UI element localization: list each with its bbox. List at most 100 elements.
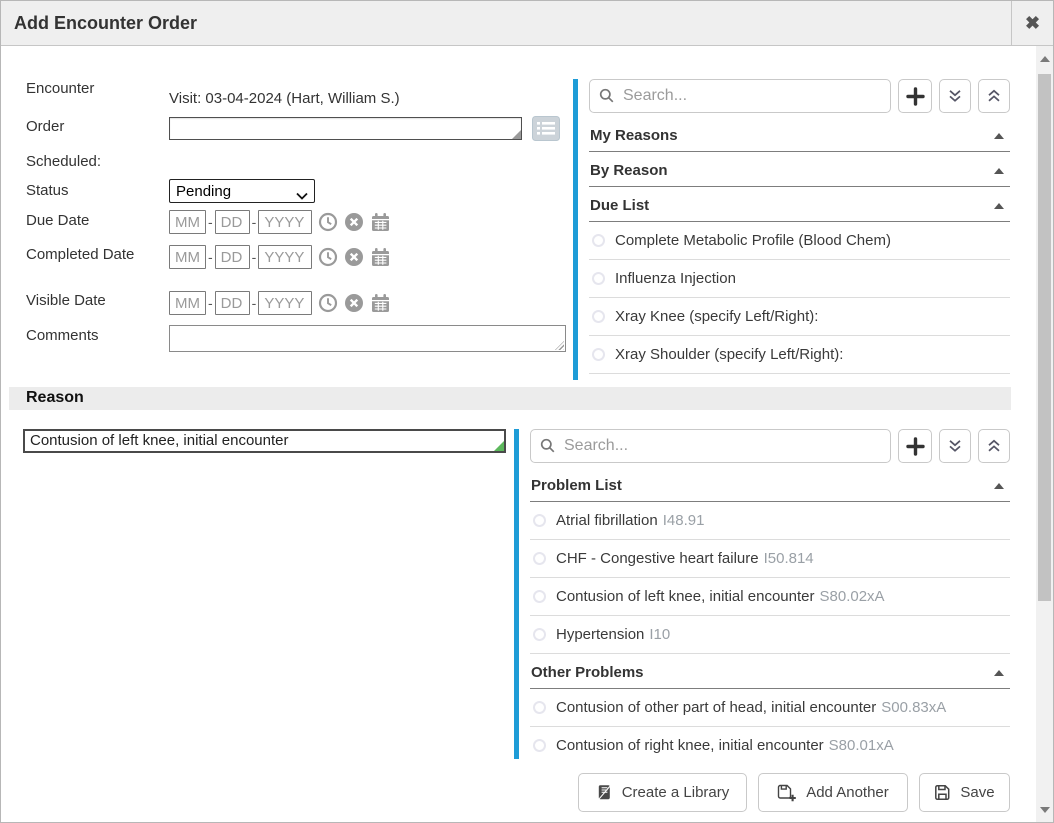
dialog-header: Add Encounter Order ✖	[1, 1, 1053, 46]
problem-code: I10	[649, 626, 670, 643]
visible-date-month-input[interactable]	[169, 291, 206, 315]
section-problem-list[interactable]: Problem List	[530, 467, 1010, 502]
radio-icon[interactable]	[533, 701, 546, 714]
clock-icon	[318, 247, 338, 267]
create-library-button[interactable]: Create a Library	[578, 773, 747, 812]
radio-icon[interactable]	[592, 272, 605, 285]
problems-add-button[interactable]	[898, 429, 932, 463]
double-chevron-up-icon	[986, 438, 1002, 454]
problem-name: CHF - Congestive heart failure	[556, 550, 759, 567]
problems-expand-all-button[interactable]	[939, 429, 971, 463]
problem-list-item[interactable]: Contusion of left knee, initial encounte…	[530, 578, 1010, 616]
comments-label: Comments	[26, 327, 99, 344]
search-icon	[540, 438, 556, 459]
reason-section-band: Reason	[9, 387, 1011, 410]
footer-actions: Create a Library Add Another Save	[578, 773, 1010, 812]
due-list-item[interactable]: Complete Metabolic Profile (Blood Chem)	[589, 222, 1010, 260]
problem-list-item[interactable]: HypertensionI10	[530, 616, 1010, 654]
save-button[interactable]: Save	[919, 773, 1010, 812]
visible-date-year-input[interactable]	[258, 291, 312, 315]
completed-date-month-input[interactable]	[169, 245, 206, 269]
plus-icon	[906, 437, 925, 456]
completed-date-clear-button[interactable]	[344, 247, 364, 267]
problem-item-label: Contusion of right knee, initial encount…	[556, 737, 894, 754]
problem-list-item[interactable]: Atrial fibrillationI48.91	[530, 502, 1010, 540]
completed-date-day-input[interactable]	[215, 245, 250, 269]
comments-input[interactable]	[169, 325, 566, 352]
reasons-panel: My Reasons By Reason Due List Complete M…	[573, 79, 1010, 380]
completed-date-time-button[interactable]	[318, 247, 338, 267]
caret-up-icon	[994, 670, 1004, 676]
problem-name: Contusion of other part of head, initial…	[556, 699, 876, 716]
other-problem-item[interactable]: Contusion of other part of head, initial…	[530, 689, 1010, 727]
completed-date-label: Completed Date	[26, 246, 138, 264]
reasons-search-row	[589, 79, 1010, 113]
problem-item-label: HypertensionI10	[556, 626, 670, 643]
due-date-clear-button[interactable]	[344, 212, 364, 232]
due-date-calendar-button[interactable]	[370, 212, 391, 232]
reasons-expand-all-button[interactable]	[939, 79, 971, 113]
section-label: Due List	[590, 197, 649, 214]
visible-date-day-input[interactable]	[215, 291, 250, 315]
section-other-problems[interactable]: Other Problems	[530, 654, 1010, 689]
due-date-time-button[interactable]	[318, 212, 338, 232]
resize-handle-icon[interactable]	[494, 441, 504, 451]
due-list-item[interactable]: Xray Shoulder (specify Left/Right):	[589, 336, 1010, 374]
problem-name: Contusion of left knee, initial encounte…	[556, 588, 815, 605]
clear-circle-icon	[344, 247, 364, 267]
reasons-collapse-all-button[interactable]	[978, 79, 1010, 113]
scroll-down-button[interactable]	[1036, 801, 1053, 818]
visible-date-calendar-button[interactable]	[370, 293, 391, 313]
order-lookup-button[interactable]	[532, 116, 560, 141]
radio-icon[interactable]	[592, 234, 605, 247]
visible-date-clear-button[interactable]	[344, 293, 364, 313]
problem-list-item[interactable]: CHF - Congestive heart failureI50.814	[530, 540, 1010, 578]
radio-icon[interactable]	[533, 739, 546, 752]
section-by-reason[interactable]: By Reason	[589, 152, 1010, 187]
scrollbar-thumb[interactable]	[1038, 74, 1051, 601]
add-another-button[interactable]: Add Another	[758, 773, 908, 812]
visible-date-label: Visible Date	[26, 292, 106, 309]
other-problem-item[interactable]: Contusion of right knee, initial encount…	[530, 727, 1010, 759]
dialog-title: Add Encounter Order	[14, 13, 197, 34]
visible-date-row: - -	[169, 291, 391, 315]
section-my-reasons[interactable]: My Reasons	[589, 117, 1010, 152]
due-list-item[interactable]: Xray Knee (specify Left/Right):	[589, 298, 1010, 336]
scroll-up-button[interactable]	[1036, 50, 1053, 67]
completed-date-year-input[interactable]	[258, 245, 312, 269]
close-button[interactable]: ✖	[1011, 1, 1053, 45]
section-due-list[interactable]: Due List	[589, 187, 1010, 222]
due-list-item-label: Complete Metabolic Profile (Blood Chem)	[615, 232, 891, 249]
double-chevron-up-icon	[986, 88, 1002, 104]
reason-input[interactable]: Contusion of left knee, initial encounte…	[23, 429, 506, 453]
completed-date-calendar-button[interactable]	[370, 247, 391, 267]
status-select-wrap: Pending	[169, 179, 315, 203]
order-input[interactable]	[169, 117, 522, 140]
radio-icon[interactable]	[533, 590, 546, 603]
create-library-label: Create a Library	[622, 784, 730, 801]
radio-icon[interactable]	[533, 514, 546, 527]
radio-icon[interactable]	[592, 348, 605, 361]
due-date-day-input[interactable]	[215, 210, 250, 234]
radio-icon[interactable]	[533, 628, 546, 641]
due-list-item[interactable]: Influenza Injection	[589, 260, 1010, 298]
status-select[interactable]: Pending	[169, 179, 315, 203]
clock-icon	[318, 212, 338, 232]
triangle-down-icon	[1040, 807, 1050, 813]
problems-search-input[interactable]	[530, 429, 891, 463]
order-label: Order	[26, 118, 64, 135]
vertical-scrollbar[interactable]	[1036, 46, 1053, 822]
problems-collapse-all-button[interactable]	[978, 429, 1010, 463]
visible-date-time-button[interactable]	[318, 293, 338, 313]
reasons-add-button[interactable]	[898, 79, 932, 113]
due-date-year-input[interactable]	[258, 210, 312, 234]
clock-icon	[318, 293, 338, 313]
radio-icon[interactable]	[533, 552, 546, 565]
date-separator: -	[208, 295, 213, 311]
radio-icon[interactable]	[592, 310, 605, 323]
due-date-month-input[interactable]	[169, 210, 206, 234]
reasons-search-input[interactable]	[589, 79, 891, 113]
date-separator: -	[252, 295, 257, 311]
caret-up-icon	[994, 133, 1004, 139]
resize-handle-icon[interactable]	[512, 130, 521, 139]
